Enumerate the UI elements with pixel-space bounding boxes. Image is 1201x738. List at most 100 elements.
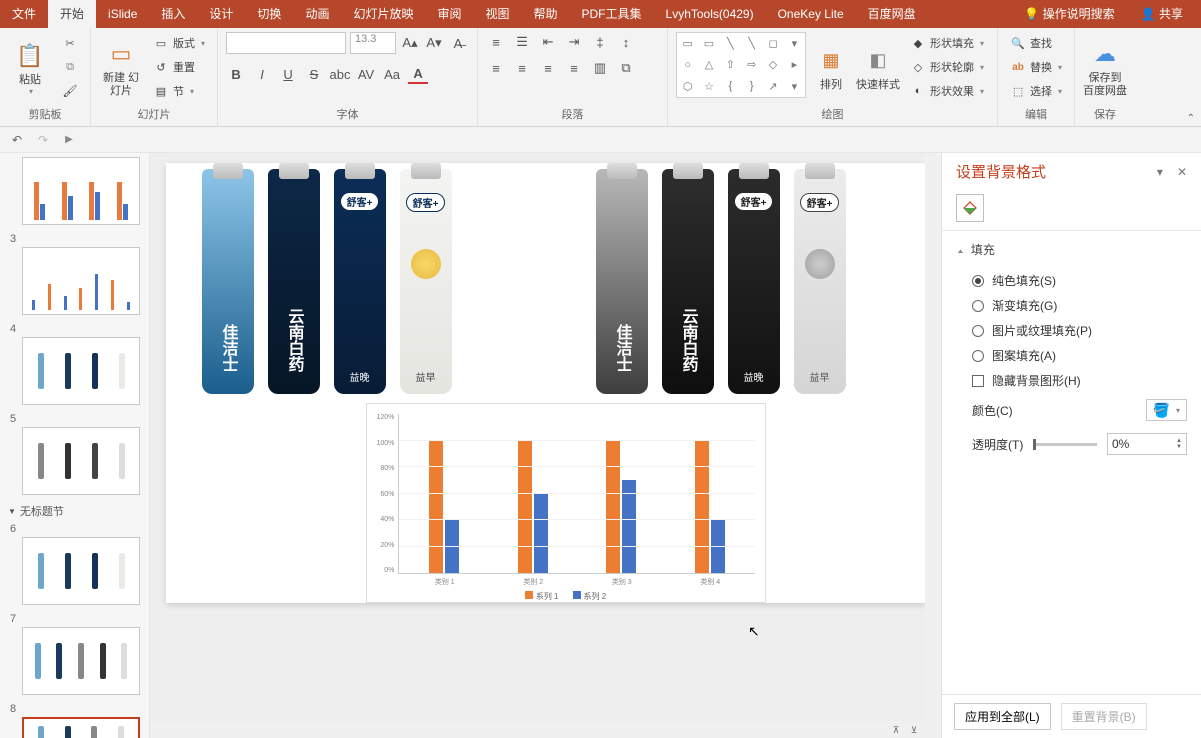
shape-fill-button[interactable]: ◆形状填充▾ <box>906 32 988 54</box>
undo-button[interactable] <box>8 131 26 149</box>
slide[interactable]: 佳洁士 云南白药 舒客+益晚 舒客+益早 佳洁士 云南白药 舒客+益晚 舒客+益… <box>166 163 926 603</box>
replace-button[interactable]: 替换▾ <box>1006 56 1066 78</box>
smartart-button[interactable]: ⧉ <box>616 58 636 78</box>
italic-button[interactable]: I <box>252 64 272 84</box>
next-slide-button[interactable]: ⊻ <box>907 723 921 737</box>
select-button[interactable]: 选择▾ <box>1006 80 1066 102</box>
tab-view[interactable]: 视图 <box>473 0 521 28</box>
shape-effects-button[interactable]: ◐形状效果▾ <box>906 80 988 102</box>
decrease-indent-button[interactable]: ⇤ <box>538 32 558 52</box>
radio-picture-fill[interactable]: 图片或纹理填充(P) <box>956 318 1187 343</box>
tube-shuke-night-gray[interactable]: 舒客+益晚 <box>728 169 780 394</box>
numbering-button[interactable]: ☰ <box>512 32 532 52</box>
chart-object[interactable]: 120%100%80%60%40%20%0% 类别 1类别 2类别 3类别 4 <box>366 403 766 603</box>
color-picker-button[interactable]: ▾ <box>1146 399 1187 421</box>
tube-ynby-gray[interactable]: 云南白药 <box>662 169 714 394</box>
horizontal-scrollbar[interactable]: ⊼ ⊻ <box>150 722 925 738</box>
align-left-button[interactable]: ≡ <box>486 58 506 78</box>
check-hide-bg[interactable]: 隐藏背景图形(H) <box>956 368 1187 393</box>
shrink-font-button[interactable]: A▾ <box>424 33 444 53</box>
tab-netdisk[interactable]: 百度网盘 <box>856 0 928 28</box>
font-family-select[interactable] <box>226 32 346 54</box>
arrange-button[interactable]: ▦ 排列 <box>812 32 850 104</box>
tab-transitions[interactable]: 切换 <box>245 0 293 28</box>
tube-crest-gray[interactable]: 佳洁士 <box>596 169 648 394</box>
slide-thumb-5[interactable] <box>22 427 140 495</box>
reset-button[interactable]: ↺重置 <box>149 56 209 78</box>
justify-button[interactable]: ≡ <box>564 58 584 78</box>
quick-styles-button[interactable]: ◧ 快速样式 <box>856 32 900 104</box>
radio-gradient-fill[interactable]: 渐变填充(G) <box>956 293 1187 318</box>
strikethrough-button[interactable]: S <box>304 64 324 84</box>
save-netdisk-button[interactable]: 保存到 百度网盘 <box>1083 32 1127 104</box>
spinner-down-icon[interactable]: ▼ <box>1176 444 1182 450</box>
clear-format-button[interactable]: A̶ <box>448 33 468 53</box>
tube-shuke-morning-gray[interactable]: 舒客+益早 <box>794 169 846 394</box>
tab-review[interactable]: 审阅 <box>425 0 473 28</box>
redo-button[interactable] <box>34 131 52 149</box>
pane-dropdown-button[interactable]: ▾ <box>1157 165 1163 179</box>
radio-solid-fill[interactable]: 纯色填充(S) <box>956 268 1187 293</box>
columns-button[interactable]: ▥ <box>590 58 610 78</box>
slide-thumb-2[interactable] <box>22 157 140 225</box>
fill-group-expander[interactable]: 填充 <box>956 241 1187 258</box>
tube-shuke-morning[interactable]: 舒客+益早 <box>400 169 452 394</box>
copy-button[interactable] <box>58 56 82 78</box>
slide-thumb-8[interactable] <box>22 717 140 738</box>
align-center-button[interactable]: ≡ <box>512 58 532 78</box>
prev-slide-button[interactable]: ⊼ <box>889 723 903 737</box>
thumbnails-pane[interactable]: 3 4 5 ▼无标题节 6 7 8 <box>0 153 150 738</box>
pane-close-button[interactable]: ✕ <box>1177 165 1187 179</box>
reset-background-button[interactable]: 重置背景(B) <box>1061 703 1147 730</box>
paste-button[interactable]: 粘贴 ▾ <box>8 32 52 104</box>
tab-file[interactable]: 文件 <box>0 0 48 28</box>
slide-thumb-6[interactable] <box>22 537 140 605</box>
transparency-slider[interactable] <box>1033 443 1097 446</box>
char-spacing-button[interactable]: AV <box>356 64 376 84</box>
transparency-spinner[interactable]: 0% ▲▼ <box>1107 433 1187 455</box>
tab-insert[interactable]: 插入 <box>149 0 197 28</box>
align-right-button[interactable]: ≡ <box>538 58 558 78</box>
underline-button[interactable]: U <box>278 64 298 84</box>
find-button[interactable]: 查找 <box>1006 32 1066 54</box>
increase-indent-button[interactable]: ⇥ <box>564 32 584 52</box>
tube-shuke-night[interactable]: 舒客+益晚 <box>334 169 386 394</box>
bullets-button[interactable]: ≡ <box>486 32 506 52</box>
cut-button[interactable] <box>58 32 82 54</box>
slide-canvas[interactable]: 佳洁士 云南白药 舒客+益晚 舒客+益早 佳洁士 云南白药 舒客+益晚 舒客+益… <box>150 153 941 738</box>
vertical-scrollbar[interactable] <box>925 153 941 738</box>
new-slide-button[interactable]: 新建 幻灯片 <box>99 32 143 104</box>
tube-ynby[interactable]: 云南白药 <box>268 169 320 394</box>
tab-help[interactable]: 帮助 <box>522 0 570 28</box>
fill-tab-button[interactable] <box>956 194 984 222</box>
tell-me-search[interactable]: 💡 操作说明搜索 <box>1018 0 1120 28</box>
shadow-button[interactable]: abc <box>330 64 350 84</box>
radio-pattern-fill[interactable]: 图案填充(A) <box>956 343 1187 368</box>
slide-thumb-3[interactable] <box>22 247 140 315</box>
apply-all-button[interactable]: 应用到全部(L) <box>954 703 1051 730</box>
tab-home[interactable]: 开始 <box>48 0 96 28</box>
shapes-gallery[interactable]: ▭▭╲╲◻▾ ○△⇧⇨◇▸ ⬡☆{}↗▾ <box>676 32 806 98</box>
font-size-select[interactable]: 13.3 <box>350 32 396 54</box>
tab-slideshow[interactable]: 幻灯片放映 <box>341 0 425 28</box>
font-color-button[interactable]: A <box>408 64 428 84</box>
tube-crest[interactable]: 佳洁士 <box>202 169 254 394</box>
layout-button[interactable]: ▭版式▾ <box>149 32 209 54</box>
collapse-ribbon-button[interactable]: ⌃ <box>1187 113 1195 124</box>
shape-outline-button[interactable]: ◇形状轮廓▾ <box>906 56 988 78</box>
tab-islide[interactable]: iSlide <box>96 0 149 28</box>
section-header-unnamed[interactable]: ▼无标题节 <box>8 503 141 519</box>
text-direction-button[interactable]: ↕ <box>616 32 636 52</box>
tab-onekey[interactable]: OneKey Lite <box>766 0 856 28</box>
tab-animations[interactable]: 动画 <box>293 0 341 28</box>
slide-thumb-4[interactable] <box>22 337 140 405</box>
tab-lvyh[interactable]: LvyhTools(0429) <box>654 0 766 28</box>
tab-pdf[interactable]: PDF工具集 <box>570 0 654 28</box>
tab-design[interactable]: 设计 <box>197 0 245 28</box>
slide-thumb-7[interactable] <box>22 627 140 695</box>
line-spacing-button[interactable]: ‡ <box>590 32 610 52</box>
change-case-button[interactable]: Aa <box>382 64 402 84</box>
section-button[interactable]: ▤节▾ <box>149 80 209 102</box>
share-button[interactable]: 👤 共享 <box>1135 0 1189 28</box>
grow-font-button[interactable]: A▴ <box>400 33 420 53</box>
